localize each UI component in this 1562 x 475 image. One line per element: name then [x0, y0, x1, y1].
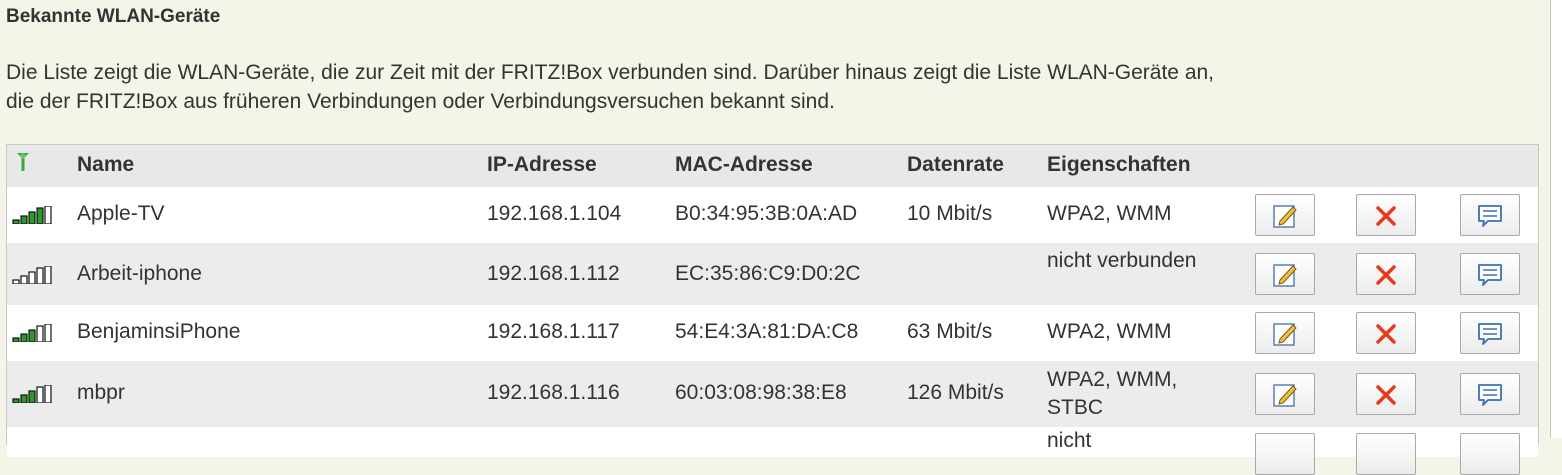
signal-bar	[28, 329, 36, 342]
header-props[interactable]: Eigenschaften	[1047, 153, 1191, 177]
signal-bar	[28, 271, 36, 284]
message-button[interactable]	[1460, 253, 1520, 295]
description-line-1: Die Liste zeigt die WLAN-Geräte, die zur…	[6, 61, 1215, 84]
device-name: mbpr	[77, 381, 125, 404]
delete-button[interactable]	[1356, 373, 1416, 415]
signal-bar	[36, 325, 44, 342]
edit-icon	[1273, 323, 1297, 346]
signal-bar	[20, 215, 28, 224]
signal-bar	[36, 386, 44, 403]
signal-bar	[12, 279, 20, 284]
signal-bar	[44, 324, 52, 342]
signal-bar	[36, 267, 44, 284]
signal-strength-icon	[12, 206, 52, 224]
message-icon	[1478, 323, 1502, 345]
message-icon	[1478, 205, 1502, 227]
message-button[interactable]	[1460, 373, 1520, 415]
header-ip[interactable]: IP-Adresse	[487, 153, 597, 177]
edit-icon	[1273, 384, 1297, 407]
table-row: mbpr 192.168.1.116 60:03:08:98:38:E8 126…	[7, 361, 1538, 427]
scrollbar[interactable]	[1550, 0, 1562, 438]
wlan-device-table: Name IP-Adresse MAC-Adresse Datenrate Ei…	[6, 144, 1539, 475]
edit-button[interactable]	[1255, 312, 1315, 354]
message-button[interactable]	[1460, 433, 1520, 475]
message-button[interactable]	[1460, 194, 1520, 236]
signal-bar	[20, 333, 28, 342]
signal-strength-icon	[12, 266, 52, 284]
delete-button[interactable]	[1356, 194, 1416, 236]
edit-icon	[1273, 264, 1297, 287]
device-name: Apple-TV	[77, 202, 165, 225]
device-mac: 60:03:08:98:38:E8	[675, 381, 847, 404]
signal-bar	[44, 206, 52, 224]
device-mac: B0:34:95:3B:0A:AD	[675, 202, 858, 225]
device-name: Arbeit-iphone	[77, 262, 202, 285]
device-rate: 10 Mbit/s	[907, 202, 993, 225]
delete-icon	[1376, 206, 1396, 226]
table-row: Apple-TV 192.168.1.104 B0:34:95:3B:0A:AD…	[7, 187, 1538, 243]
signal-bar	[12, 398, 20, 403]
table-row: BenjaminsiPhone 192.168.1.117 54:E4:3A:8…	[7, 305, 1538, 361]
signal-bar	[20, 394, 28, 403]
delete-icon	[1376, 265, 1396, 285]
device-rate: 63 Mbit/s	[907, 320, 993, 343]
delete-button[interactable]	[1356, 433, 1416, 475]
table-header-row: Name IP-Adresse MAC-Adresse Datenrate Ei…	[7, 145, 1538, 187]
device-ip: 192.168.1.104	[487, 202, 622, 225]
header-name[interactable]: Name	[77, 153, 134, 177]
delete-button[interactable]	[1356, 253, 1416, 295]
description-line-2: die der FRITZ!Box aus früheren Verbindun…	[6, 90, 835, 113]
delete-button[interactable]	[1356, 312, 1416, 354]
delete-icon	[1376, 324, 1396, 344]
signal-bar	[28, 211, 36, 224]
table-row: nicht	[7, 427, 1538, 475]
message-icon	[1478, 384, 1502, 406]
delete-icon	[1376, 385, 1396, 405]
device-rate: 126 Mbit/s	[907, 381, 1004, 404]
device-name: BenjaminsiPhone	[77, 320, 241, 343]
header-mac[interactable]: MAC-Adresse	[675, 153, 813, 177]
edit-button[interactable]	[1255, 194, 1315, 236]
antenna-icon	[17, 153, 29, 171]
device-ip: 192.168.1.116	[487, 381, 620, 404]
device-props: WPA2, WMM	[1047, 320, 1172, 343]
device-props: nicht verbunden	[1047, 249, 1197, 272]
edit-button[interactable]	[1255, 253, 1315, 295]
edit-icon	[1273, 205, 1297, 228]
signal-bar	[12, 337, 20, 342]
device-props: nicht	[1047, 429, 1092, 452]
device-props: WPA2, WMM	[1047, 202, 1172, 225]
signal-bar	[28, 390, 36, 403]
device-props: WPA2, WMM, STBC	[1047, 368, 1178, 419]
device-mac: 54:E4:3A:81:DA:C8	[675, 320, 859, 343]
signal-bar	[20, 275, 28, 284]
device-ip: 192.168.1.117	[487, 320, 620, 343]
header-rate[interactable]: Datenrate	[907, 153, 1004, 177]
signal-bar	[44, 385, 52, 403]
message-button[interactable]	[1460, 312, 1520, 354]
signal-bar	[36, 207, 44, 224]
description: Die Liste zeigt die WLAN-Geräte, die zur…	[6, 58, 1526, 116]
message-icon	[1478, 264, 1502, 286]
signal-bar	[44, 266, 52, 284]
page-title: Bekannte WLAN-Geräte	[6, 6, 221, 27]
signal-strength-icon	[12, 324, 52, 342]
signal-strength-icon	[12, 385, 52, 403]
signal-bar	[12, 219, 20, 224]
edit-button[interactable]	[1255, 433, 1315, 475]
device-mac: EC:35:86:C9:D0:2C	[675, 262, 861, 285]
edit-button[interactable]	[1255, 373, 1315, 415]
device-ip: 192.168.1.112	[487, 262, 620, 285]
table-row: Arbeit-iphone 192.168.1.112 EC:35:86:C9:…	[7, 243, 1538, 305]
